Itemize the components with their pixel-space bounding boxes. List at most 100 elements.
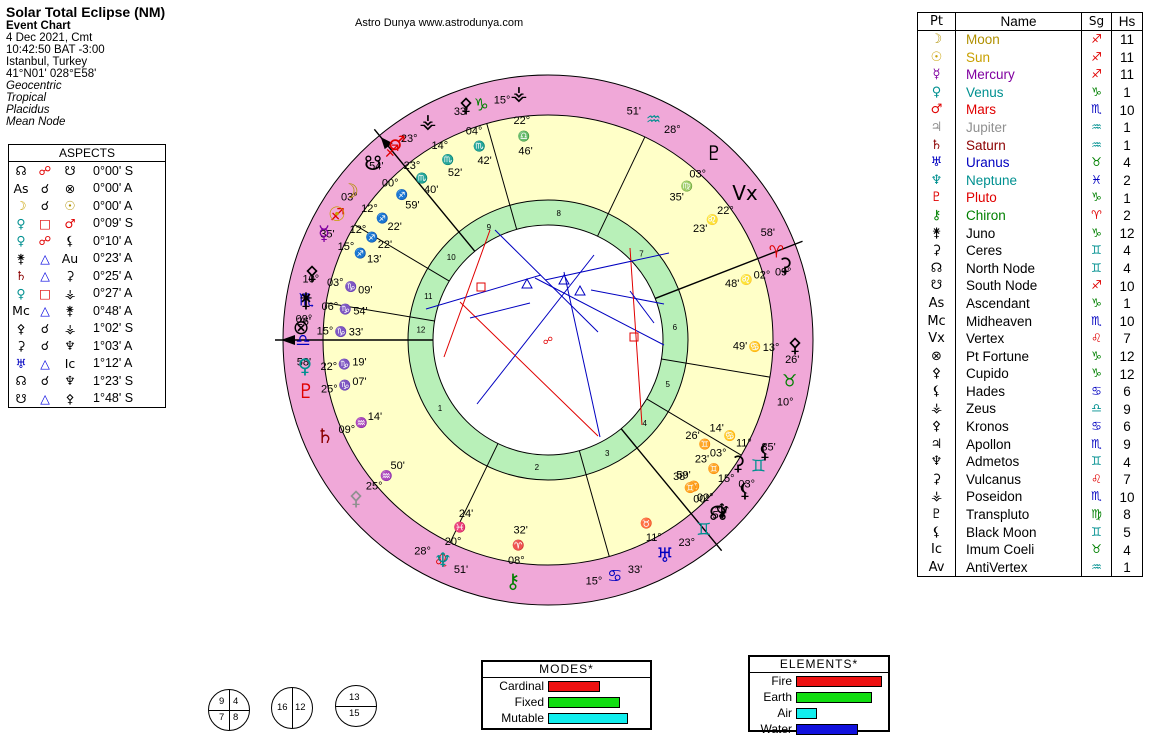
planet-wheel-minute: 48' (725, 278, 739, 290)
elements-row: Fire (750, 673, 888, 689)
sign-degree: 28° (414, 545, 431, 557)
quadrant-value: 7 (219, 712, 225, 723)
planet-wheel-minute: 09' (358, 285, 372, 297)
planet-wheel-glyph-icon: ⚴ (788, 333, 803, 357)
planet-wheel-minute: 32' (514, 525, 528, 537)
elements-bar (796, 675, 882, 687)
planet-wheel-minute: 59' (405, 199, 419, 211)
quadrant-value: 12 (295, 702, 306, 713)
sign-degree: 15° (494, 94, 511, 106)
planet-wheel-glyph-icon: ♅ (656, 543, 674, 567)
planet-wheel-degree: 00° (693, 494, 710, 506)
sign-minute: 58' (761, 227, 775, 239)
planet-wheel-sign-icon: ♒ (355, 416, 367, 429)
planet-wheel-glyph-icon: ♆ (434, 548, 452, 572)
planet-wheel-glyph-icon: ⚳ (731, 451, 746, 475)
planet-wheel-degree: 02° (754, 270, 771, 282)
planet-wheel-minute: 13' (367, 253, 381, 265)
planet-wheel-degree: 14° (432, 140, 449, 152)
quadrant-value: 15 (349, 708, 360, 719)
planet-wheel-sign-icon: ♑ (338, 358, 350, 371)
modes-label: Fixed (514, 695, 544, 709)
planet-wheel-sign-icon: ♑ (339, 302, 351, 315)
planet-wheel-glyph-icon: ☽ (341, 179, 359, 203)
planet-wheel-sign-icon: ♐ (366, 231, 378, 244)
planet-wheel-minute: 54' (353, 305, 367, 317)
sign-degree: 23° (678, 537, 695, 549)
house-number: 6 (673, 323, 678, 332)
planet-wheel-degree: 03° (710, 447, 727, 459)
sign-minute: 51' (627, 106, 641, 118)
planet-wheel-sign-icon: ♎ (518, 130, 530, 143)
planet-wheel-sign-icon: ♌ (706, 213, 718, 226)
planet-wheel-degree: 22° (717, 205, 734, 217)
elements-label: Water (760, 722, 792, 736)
planet-wheel-sign-icon: ♏ (473, 140, 485, 153)
planet-wheel-degree: 25° (366, 480, 383, 492)
quadrant-circle-left: 9 4 7 8 (208, 689, 250, 731)
planet-wheel-degree: 15° (317, 326, 334, 338)
elements-bar (796, 691, 872, 703)
planet-wheel-degree: 09° (338, 424, 355, 436)
modes-bar (548, 680, 600, 692)
sign-minute: 33' (628, 564, 642, 576)
elements-bar (796, 707, 817, 719)
planet-wheel-degree: 25° (321, 383, 338, 395)
house-number: 8 (557, 209, 562, 218)
planet-wheel-degree: 13° (763, 342, 780, 354)
modes-row: Mutable (483, 710, 650, 726)
planet-wheel-minute: 26' (685, 430, 699, 442)
sign-minute: 51' (454, 564, 468, 576)
planet-wheel-glyph-icon: ⊗ (293, 315, 310, 339)
opposition-aspect-marker: ☍ (543, 336, 553, 347)
planet-wheel-minute: 22' (378, 239, 392, 251)
planet-wheel-degree: 03° (689, 169, 706, 181)
planet-wheel-sign-icon: ♋ (724, 429, 736, 442)
house-number: 2 (535, 463, 540, 472)
planet-wheel-degree: 20° (445, 536, 462, 548)
elements-row: Air (750, 705, 888, 721)
planet-wheel-glyph-icon: ⚶ (511, 81, 528, 105)
quadrant-value: 16 (277, 702, 288, 713)
sign-degree: 10° (777, 396, 794, 408)
planet-wheel-sign-icon: ♏ (416, 171, 428, 184)
planet-wheel-sign-icon: ♑ (339, 379, 351, 392)
elements-box: ELEMENTS* Fire Earth Air Water (748, 655, 890, 736)
planet-wheel-degree: 12° (350, 224, 367, 236)
planet-wheel-minute: 52' (448, 167, 462, 179)
planet-wheel-glyph-icon: ⚸ (738, 478, 753, 502)
modes-bar (548, 696, 620, 708)
planet-wheel-degree: 23° (404, 160, 421, 172)
planet-wheel-sign-icon: ♊ (699, 437, 711, 450)
planet-wheel-glyph-icon: ♂ (388, 131, 406, 155)
house-number: 4 (643, 419, 648, 428)
modes-title: MODES* (483, 662, 650, 678)
elements-label: Earth (763, 690, 792, 704)
planet-wheel-glyph-icon: ☊ (709, 501, 727, 525)
planet-wheel-glyph-icon: ☋ (364, 151, 382, 175)
house-number: 10 (447, 253, 456, 262)
planet-wheel-degree: 06° (321, 301, 338, 313)
planet-wheel-glyph-icon: ⚶ (420, 109, 437, 133)
planet-wheel-glyph-icon: ♄ (316, 424, 334, 448)
house-number: 11 (424, 292, 433, 301)
house-number: 12 (416, 325, 425, 334)
planet-wheel-minute: 22' (388, 221, 402, 233)
sign-glyph-icon: ♑ (474, 95, 489, 115)
planet-wheel-degree: 22° (320, 361, 337, 373)
quadrant-value: 9 (219, 696, 225, 707)
chart-wheel: 123456789101112♎09°58'♌28°51' ♋15°33'♊23°… (275, 74, 814, 606)
modes-row: Fixed (483, 694, 650, 710)
planet-wheel-glyph-icon: ⚴ (305, 261, 320, 285)
elements-bar (796, 723, 858, 735)
planet-wheel-sign-icon: ♊ (707, 462, 719, 475)
sign-degree: 28° (664, 124, 681, 136)
house-number: 1 (438, 404, 443, 413)
planet-wheel-minute: 14' (710, 423, 724, 435)
planet-wheel-minute: 14' (368, 411, 382, 423)
planet-wheel-degree: 15° (338, 241, 355, 253)
planet-wheel-degree: 03° (327, 277, 344, 289)
planet-wheel-glyph-icon: ♇ (297, 379, 315, 403)
planet-wheel-minute: 19' (352, 357, 366, 369)
planet-wheel-minute: 38' (673, 471, 687, 483)
